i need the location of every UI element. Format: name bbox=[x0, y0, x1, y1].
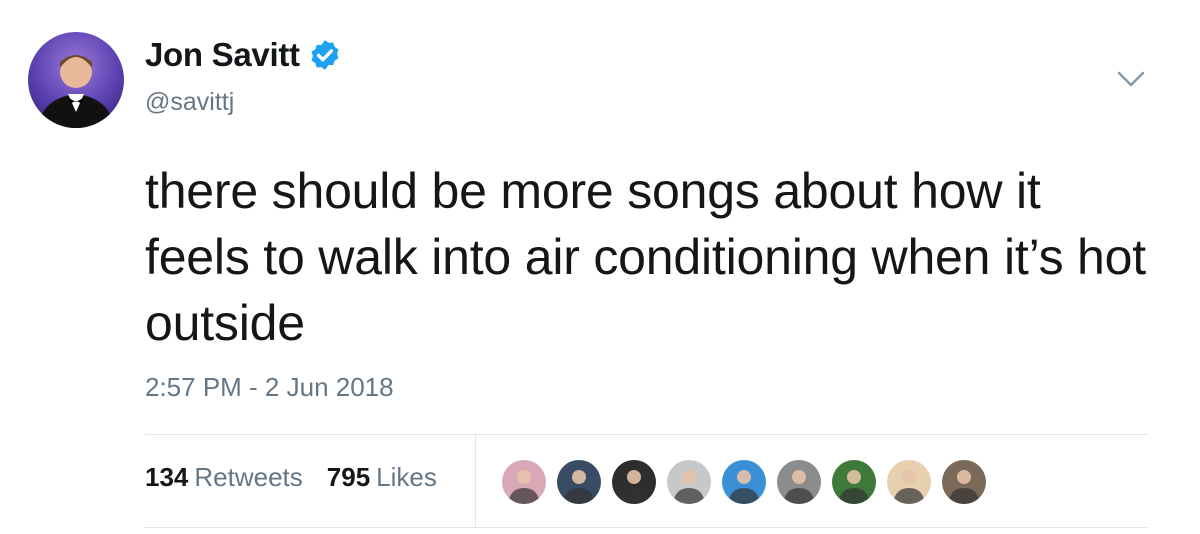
liker-avatar[interactable] bbox=[500, 458, 548, 506]
tweet-stats: 134 Retweets 795 Likes bbox=[145, 462, 461, 493]
author-name-row[interactable]: Jon Savitt bbox=[145, 36, 342, 74]
retweets-count: 134 bbox=[145, 462, 189, 492]
chevron-down-icon[interactable] bbox=[1116, 68, 1146, 90]
avatar-photo bbox=[38, 55, 114, 128]
likes-stat[interactable]: 795 Likes bbox=[327, 462, 437, 493]
liker-avatar[interactable] bbox=[940, 458, 988, 506]
author-handle[interactable]: @savittj bbox=[145, 88, 234, 117]
liker-avatar[interactable] bbox=[665, 458, 713, 506]
liker-avatar[interactable] bbox=[885, 458, 933, 506]
divider-bottom bbox=[145, 527, 1148, 528]
retweets-stat[interactable]: 134 Retweets bbox=[145, 462, 303, 493]
liker-avatar[interactable] bbox=[775, 458, 823, 506]
likes-label: Likes bbox=[376, 462, 437, 492]
retweets-label: Retweets bbox=[194, 462, 303, 492]
likes-count: 795 bbox=[326, 462, 371, 492]
divider-top bbox=[145, 434, 1148, 435]
liker-avatars bbox=[500, 458, 995, 506]
verified-badge-icon bbox=[311, 40, 339, 70]
liker-avatar[interactable] bbox=[720, 458, 768, 506]
tweet-text: there should be more songs about how it … bbox=[145, 163, 1146, 351]
liker-avatar[interactable] bbox=[555, 458, 603, 506]
liker-avatar[interactable] bbox=[830, 458, 878, 506]
tweet-timestamp[interactable]: 2:57 PM - 2 Jun 2018 bbox=[145, 372, 394, 403]
author-display-name[interactable]: Jon Savitt bbox=[145, 36, 300, 74]
author-avatar[interactable] bbox=[28, 32, 124, 128]
stats-separator bbox=[475, 435, 476, 527]
liker-avatar[interactable] bbox=[610, 458, 658, 506]
